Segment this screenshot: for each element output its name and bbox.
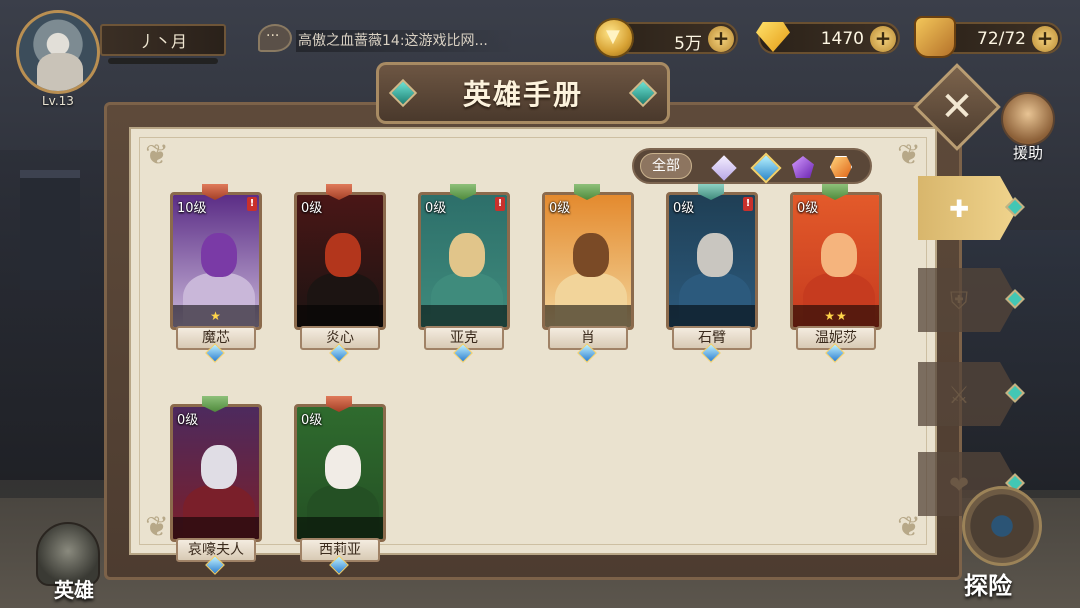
hero-level: 0级: [301, 413, 323, 428]
filter-all-button[interactable]: 全部: [640, 153, 692, 179]
fire-gem-icon: [830, 156, 852, 178]
hero-level: 0级: [797, 201, 819, 216]
hero-level: 0级: [673, 201, 695, 216]
hero-portrait-frame: 10级 ★!: [170, 192, 262, 330]
compass-icon: [962, 486, 1042, 566]
hero-level: 0级: [425, 201, 447, 216]
gold-value: 5万: [674, 34, 702, 54]
add-gold-button[interactable]: +: [708, 26, 734, 52]
add-diamond-button[interactable]: +: [870, 26, 896, 52]
sword-icon: ⚔: [948, 381, 970, 409]
hero-card[interactable]: 0级 ★★ 温妮莎: [786, 184, 886, 363]
element-filter-bar: 全部: [632, 148, 872, 184]
explore-nav-label: 探险: [964, 572, 1012, 600]
hero-card[interactable]: 0级! 亚克: [414, 184, 514, 363]
heroes-nav-button[interactable]: 英雄: [28, 518, 128, 608]
hero-card[interactable]: 0级肖: [538, 184, 638, 363]
corner-ornament-icon: ❦: [145, 138, 169, 171]
diamond-value: 1470: [820, 29, 864, 49]
support-label: 援助: [1012, 144, 1043, 162]
alert-icon: !: [495, 197, 505, 211]
support-portrait-icon: [1001, 92, 1055, 146]
shield-icon: ⛨: [950, 287, 968, 315]
player-level: Lv.13: [42, 94, 74, 108]
hero-card[interactable]: 10级 ★! 魔芯: [166, 184, 266, 363]
diamond-icon: [752, 20, 796, 56]
tab-all-heroes[interactable]: ✚: [918, 176, 1025, 240]
explore-nav-button[interactable]: 探险: [958, 486, 1080, 608]
tab-defense[interactable]: ⛨: [918, 268, 1025, 332]
hero-stars: ★★: [793, 305, 879, 327]
corner-ornament-icon: ❦: [897, 138, 921, 171]
alert-icon: !: [247, 197, 257, 211]
chat-message[interactable]: 高傲之血蔷薇14:这游戏比网...: [296, 30, 516, 52]
filter-fire-button[interactable]: [830, 156, 854, 180]
player-avatar-button[interactable]: Lv.13: [16, 10, 108, 108]
hero-level: 0级: [301, 201, 323, 216]
heroes-nav-label: 英雄: [54, 578, 94, 602]
hero-card[interactable]: 0级! 石臂: [662, 184, 762, 363]
hero-stars: [173, 517, 259, 539]
hero-level: 0级: [177, 413, 199, 428]
hero-card[interactable]: 0级 西莉亚: [290, 396, 390, 575]
stamina-chest-icon: [914, 16, 956, 58]
chat-icon[interactable]: [258, 24, 292, 52]
hero-card[interactable]: 0级 哀嚎夫人: [166, 396, 266, 575]
hero-card[interactable]: 0级 炎心: [290, 184, 390, 363]
stamina-value: 72/72: [977, 29, 1026, 49]
hero-stars: [297, 517, 383, 539]
hero-portrait-frame: 0级 ★★: [790, 192, 882, 330]
hero-stars: ★: [173, 305, 259, 327]
title-gem-icon: [628, 78, 658, 108]
experience-bar: [108, 58, 218, 64]
hero-portrait-frame: 0级: [294, 192, 386, 330]
hero-portrait-frame: 0级: [170, 404, 262, 542]
all-heroes-icon: ✚: [948, 195, 970, 223]
player-name: 丿丶月: [100, 24, 226, 56]
panel-title: 英雄手册: [376, 62, 670, 124]
light-gem-icon: [711, 155, 737, 181]
alert-icon: !: [743, 197, 753, 211]
filter-water-button[interactable]: [750, 152, 782, 184]
gold-coin-icon: [594, 18, 634, 58]
filter-light-button[interactable]: [711, 155, 737, 181]
hero-level: 10级: [177, 201, 207, 216]
hero-stars: [669, 305, 755, 327]
hero-stars: [545, 305, 631, 327]
hero-portrait-frame: 0级: [542, 192, 634, 330]
support-button[interactable]: 援助: [996, 92, 1060, 168]
hero-level: 0级: [549, 201, 571, 216]
hero-portrait-frame: 0级: [294, 404, 386, 542]
tab-attack[interactable]: ⚔: [918, 362, 1025, 426]
title-gem-icon: [388, 78, 418, 108]
avatar: [16, 10, 100, 94]
add-stamina-button[interactable]: +: [1032, 26, 1058, 52]
filter-dark-button[interactable]: [792, 156, 816, 180]
panel-title-text: 英雄手册: [462, 78, 583, 111]
water-gem-icon: [750, 152, 782, 184]
hero-portrait-frame: 0级!: [418, 192, 510, 330]
close-icon: ✕: [940, 84, 974, 130]
background-tower: [20, 170, 80, 290]
hero-portrait-frame: 0级!: [666, 192, 758, 330]
dark-gem-icon: [792, 156, 814, 178]
hero-stars: [297, 305, 383, 327]
hero-stars: [421, 305, 507, 327]
